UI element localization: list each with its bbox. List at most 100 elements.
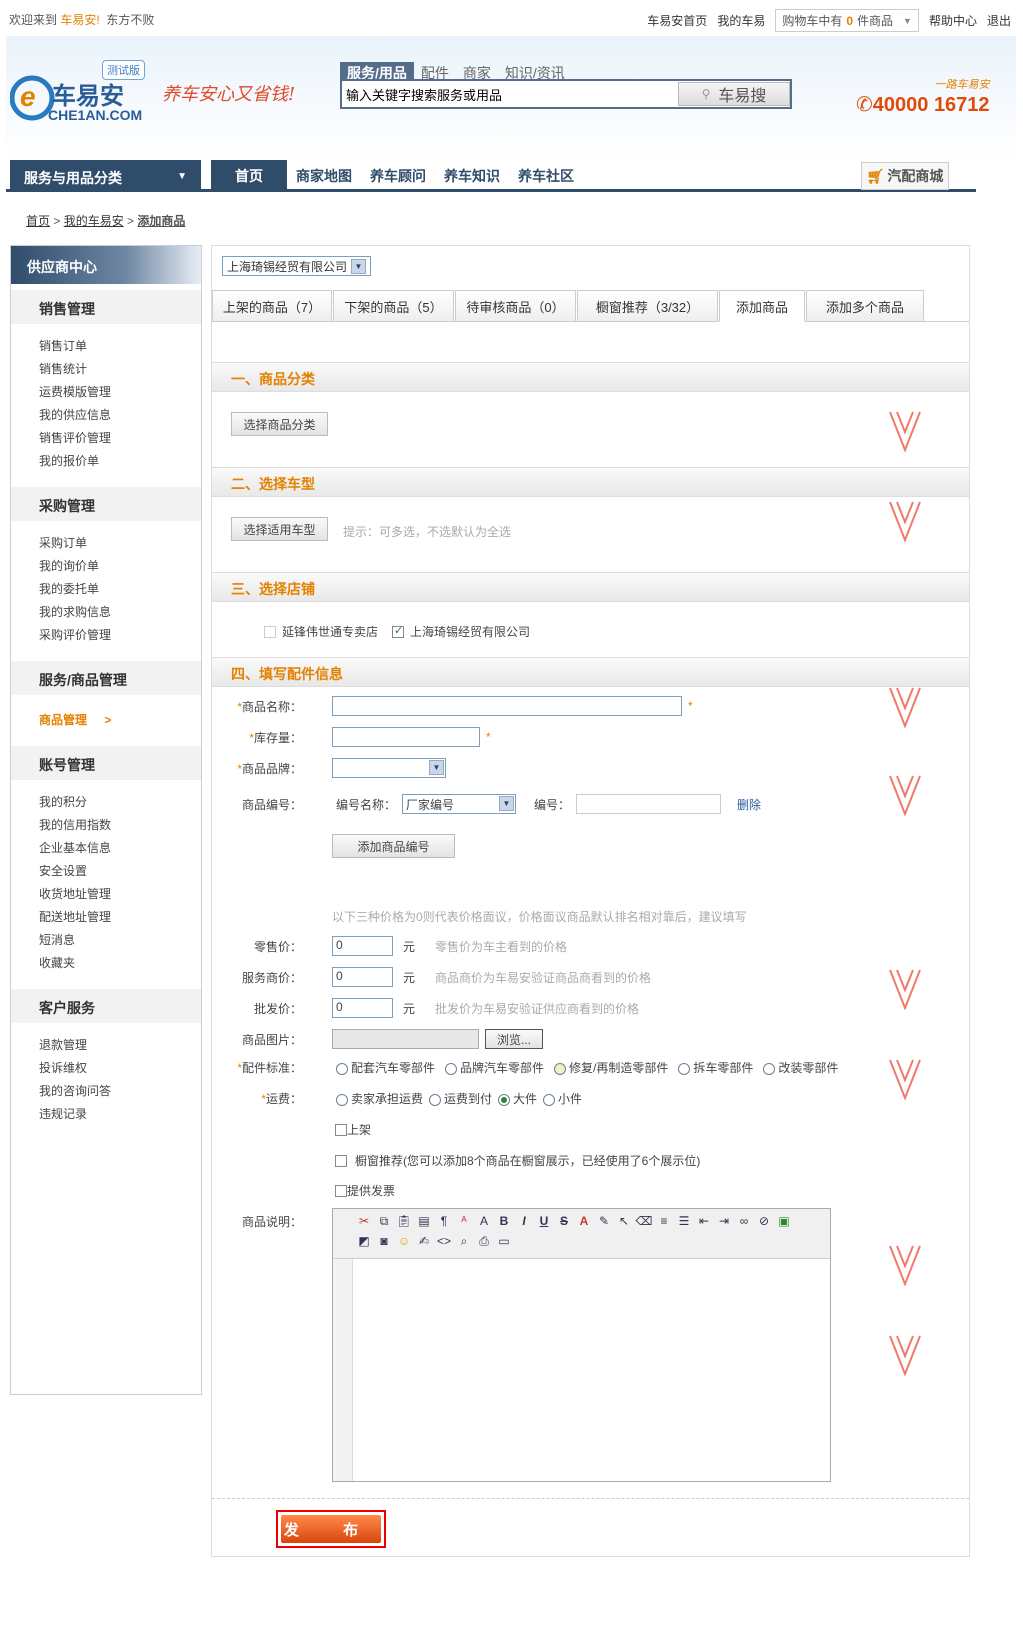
category-menu-button[interactable]: 服务与用品分类 ▼ (10, 160, 201, 192)
stock-input[interactable] (332, 727, 480, 747)
invoice-option[interactable]: 提供发票 (335, 1182, 395, 1199)
checkbox[interactable] (392, 624, 404, 638)
standard-option-5[interactable]: 改装零部件 (763, 1059, 838, 1076)
sidebar-item-purchase-reviews[interactable]: 采购评价管理 (11, 624, 201, 647)
nav-car-community[interactable]: 养车社区 (509, 160, 583, 192)
onshelf-option[interactable]: 上架 (335, 1121, 371, 1138)
standard-option-2[interactable]: 品牌汽车零部件 (445, 1059, 544, 1076)
select-category-button[interactable]: 选择商品分类 (231, 412, 328, 436)
checkbox[interactable] (335, 1154, 347, 1167)
goods-name-input[interactable] (332, 696, 682, 716)
site-name[interactable]: 车易安! (60, 13, 99, 27)
tab-on-shelf[interactable]: 上架的商品（7） (212, 290, 332, 322)
search-button[interactable]: ⚲ 车易搜 (678, 82, 790, 106)
text-color-icon[interactable]: A (575, 1212, 593, 1230)
chevron-down-icon[interactable]: ▼ (351, 258, 367, 274)
sidebar-item-security[interactable]: 安全设置 (11, 860, 201, 883)
breadcrumb-home[interactable]: 首页 (26, 214, 50, 228)
delete-code-link[interactable]: 删除 (737, 796, 761, 813)
checkbox[interactable] (264, 625, 276, 638)
freight-option-seller[interactable]: 卖家承担运费 (336, 1090, 423, 1107)
code-no-input[interactable] (576, 794, 722, 814)
company-select[interactable]: 上海琦锡经贸有限公司 ▼ (222, 256, 372, 276)
strikethrough-icon[interactable]: S (555, 1212, 573, 1230)
sidebar-item-credit[interactable]: 我的信用指数 (11, 814, 201, 837)
tab-pending[interactable]: 待审核商品（0） (455, 290, 576, 322)
freight-option-small[interactable]: 小件 (543, 1090, 582, 1107)
bold-icon[interactable]: B (495, 1212, 513, 1230)
sidebar-item-quotes[interactable]: 我的报价单 (11, 450, 201, 473)
window-option[interactable]: 橱窗推荐(您可以添加8个商品在橱窗展示，已经使用了6个展示位) (335, 1152, 700, 1169)
chevron-down-icon[interactable]: ▼ (903, 16, 912, 26)
shop-option-2[interactable]: 上海琦锡经贸有限公司 (392, 623, 530, 640)
copy-icon[interactable]: ⧉ (375, 1212, 393, 1230)
sidebar-item-complaints[interactable]: 投诉维权 (11, 1057, 201, 1080)
home-link[interactable]: 车易安首页 (647, 12, 707, 29)
eraser-icon[interactable]: ⌫ (635, 1212, 653, 1230)
nav-car-advisor[interactable]: 养车顾问 (361, 160, 435, 192)
cut-icon[interactable]: ✂ (355, 1212, 373, 1230)
sidebar-item-wanted[interactable]: 我的求购信息 (11, 601, 201, 624)
indent-icon[interactable]: ⇥ (715, 1212, 733, 1230)
underline-icon[interactable]: U (535, 1212, 553, 1230)
tab-window[interactable]: 橱窗推荐（3/32） (577, 290, 718, 322)
image-path-input[interactable] (332, 1029, 479, 1049)
nav-car-knowledge[interactable]: 养车知识 (435, 160, 509, 192)
highlight-icon[interactable]: ✎ (595, 1212, 613, 1230)
sidebar-item-consultations[interactable]: 我的咨询问答 (11, 1080, 201, 1103)
standard-option-3[interactable]: 修复/再制造零部件 (554, 1059, 668, 1076)
sidebar-item-points[interactable]: 我的积分 (11, 791, 201, 814)
chevron-down-icon[interactable]: ▼ (499, 796, 515, 811)
freight-option-large[interactable]: 大件 (498, 1090, 537, 1107)
wholesale-price-input[interactable]: 0 (332, 998, 393, 1018)
font-icon[interactable]: ᴬ (455, 1212, 473, 1230)
username[interactable]: 东方不败 (106, 13, 154, 27)
sidebar-item-sales-reviews[interactable]: 销售评价管理 (11, 427, 201, 450)
sidebar-item-sales-stats[interactable]: 销售统计 (11, 358, 201, 381)
select-car-model-button[interactable]: 选择适用车型 (231, 517, 328, 541)
logout-link[interactable]: 退出 (987, 12, 1011, 29)
nav-home[interactable]: 首页 (211, 160, 287, 192)
standard-option-4[interactable]: 拆车零部件 (678, 1059, 753, 1076)
checkbox[interactable] (335, 1123, 347, 1136)
media-icon[interactable]: ◙ (375, 1232, 393, 1250)
shop-option-1[interactable]: 延锋伟世通专卖店 (264, 623, 378, 640)
sidebar-item-receive-address[interactable]: 收货地址管理 (11, 883, 201, 906)
print-icon[interactable]: ⎙ (475, 1232, 493, 1250)
sidebar-item-messages[interactable]: 短消息 (11, 929, 201, 952)
fullscreen-icon[interactable]: ▭ (495, 1232, 513, 1250)
align-left-icon[interactable]: ≡ (655, 1212, 673, 1230)
checkbox[interactable] (335, 1184, 347, 1197)
paste-text-icon[interactable]: ▤ (415, 1212, 433, 1230)
sidebar-item-sales-orders[interactable]: 销售订单 (11, 335, 201, 358)
outdent-icon[interactable]: ⇤ (695, 1212, 713, 1230)
search-input[interactable] (342, 81, 676, 107)
font-size-icon[interactable]: A (475, 1212, 493, 1230)
add-code-button[interactable]: 添加商品编号 (332, 834, 455, 858)
format-icon[interactable]: ¶ (435, 1212, 453, 1230)
code-name-select[interactable]: 厂家编号 ▼ (402, 794, 517, 814)
sidebar-item-commissions[interactable]: 我的委托单 (11, 578, 201, 601)
freight-option-cod[interactable]: 运费到付 (429, 1090, 492, 1107)
list-icon[interactable]: ☰ (675, 1212, 693, 1230)
paste-icon[interactable]: 📋︎ (395, 1212, 413, 1230)
my-account-link[interactable]: 我的车易 (717, 12, 765, 29)
sidebar-item-supply-info[interactable]: 我的供应信息 (11, 404, 201, 427)
cart-dropdown[interactable]: 购物车中有 0 件商品 ▼ (775, 9, 919, 32)
browse-button[interactable]: 浏览... (485, 1029, 543, 1049)
edit-icon[interactable]: ✍ (415, 1232, 433, 1250)
tab-add-multiple[interactable]: 添加多个商品 (806, 290, 924, 322)
unlink-icon[interactable]: ⊘ (755, 1212, 773, 1230)
flash-icon[interactable]: ◩ (355, 1232, 373, 1250)
sidebar-item-inquiries[interactable]: 我的询价单 (11, 555, 201, 578)
preview-icon[interactable]: ⌕ (455, 1232, 473, 1250)
standard-option-1[interactable]: 配套汽车零部件 (336, 1059, 435, 1076)
nav-merchant-map[interactable]: 商家地图 (287, 160, 361, 192)
publish-button[interactable]: 发 布 (281, 1515, 381, 1543)
sidebar-item-goods-management[interactable]: 商品管理 > (11, 709, 201, 732)
sidebar-item-freight-template[interactable]: 运费模版管理 (11, 381, 201, 404)
italic-icon[interactable]: I (515, 1212, 533, 1230)
help-link[interactable]: 帮助中心 (929, 12, 977, 29)
emoticon-icon[interactable]: ☺ (395, 1232, 413, 1250)
retail-price-input[interactable]: 0 (332, 936, 393, 956)
